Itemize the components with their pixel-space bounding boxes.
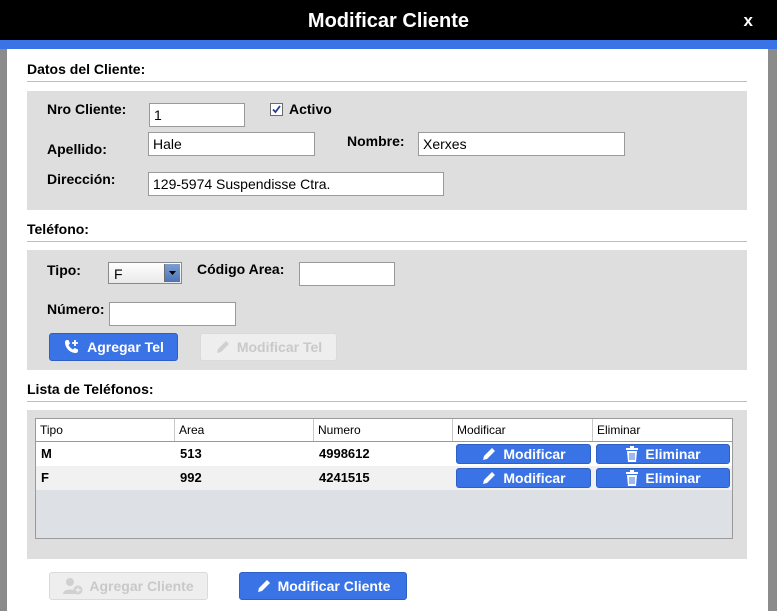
client-panel: Nro Cliente: Activo Apellido: Nombre: Di… bbox=[27, 91, 747, 210]
pencil-icon bbox=[216, 341, 229, 353]
apellido-field[interactable] bbox=[148, 132, 315, 156]
phone-plus-icon bbox=[65, 340, 79, 353]
direccion-field[interactable] bbox=[148, 172, 444, 196]
close-icon[interactable]: x bbox=[744, 11, 753, 31]
activo-label: Activo bbox=[289, 101, 332, 117]
activo-checkbox[interactable] bbox=[270, 103, 283, 116]
row-delete-label: Eliminar bbox=[645, 470, 701, 486]
row-modify-label: Modificar bbox=[503, 470, 566, 486]
modify-client-label: Modificar Cliente bbox=[277, 578, 391, 594]
add-client-button[interactable]: Agregar Cliente bbox=[49, 572, 208, 600]
checkmark-icon bbox=[272, 105, 281, 114]
divider bbox=[27, 81, 747, 82]
codigo-area-field[interactable] bbox=[299, 262, 395, 286]
cell-numero: 4998612 bbox=[319, 446, 370, 461]
row-delete-button[interactable]: Eliminar bbox=[596, 444, 730, 464]
row-modify-button[interactable]: Modificar bbox=[456, 444, 591, 464]
phone-section-heading: Teléfono: bbox=[27, 221, 89, 237]
cell-numero: 4241515 bbox=[319, 470, 370, 485]
trash-icon bbox=[626, 470, 639, 486]
modify-client-button[interactable]: Modificar Cliente bbox=[239, 572, 407, 600]
cell-tipo: M bbox=[41, 446, 52, 461]
apellido-label: Apellido: bbox=[47, 141, 107, 157]
divider bbox=[27, 241, 747, 242]
cell-tipo: F bbox=[41, 470, 49, 485]
table-header: Tipo Area Numero Modificar Eliminar bbox=[36, 419, 732, 442]
divider bbox=[27, 401, 747, 402]
pencil-icon bbox=[257, 580, 270, 592]
row-delete-button[interactable]: Eliminar bbox=[596, 468, 730, 488]
phone-list-heading: Lista de Teléfonos: bbox=[27, 381, 154, 397]
nombre-label: Nombre: bbox=[347, 133, 405, 149]
dialog-titlebar: Modificar Cliente x bbox=[0, 0, 777, 40]
trash-icon bbox=[626, 446, 639, 462]
tipo-select[interactable]: F bbox=[108, 262, 182, 284]
frame-border-right bbox=[768, 49, 777, 611]
cell-area: 992 bbox=[180, 470, 202, 485]
phone-panel: Tipo: F Código Area: Número: Agregar Tel… bbox=[27, 250, 747, 370]
client-section-heading: Datos del Cliente: bbox=[27, 61, 146, 77]
column-header-area[interactable]: Area bbox=[175, 419, 314, 441]
pencil-icon bbox=[483, 448, 496, 460]
table-row[interactable]: M 513 4998612 Modificar Eliminar bbox=[36, 442, 732, 466]
row-delete-label: Eliminar bbox=[645, 446, 701, 462]
title-accent-bar bbox=[0, 40, 777, 49]
nro-cliente-field[interactable] bbox=[149, 103, 245, 127]
dialog-title: Modificar Cliente bbox=[307, 10, 470, 32]
column-header-modificar[interactable]: Modificar bbox=[453, 419, 593, 441]
nro-cliente-label: Nro Cliente: bbox=[47, 101, 127, 117]
column-header-numero[interactable]: Numero bbox=[314, 419, 453, 441]
frame-border-left bbox=[0, 49, 7, 611]
tipo-selected-value: F bbox=[114, 266, 123, 282]
table-row[interactable]: F 992 4241515 Modificar Eliminar bbox=[36, 466, 732, 490]
add-phone-label: Agregar Tel bbox=[87, 339, 164, 355]
pencil-icon bbox=[483, 472, 496, 484]
add-client-label: Agregar Cliente bbox=[89, 578, 194, 594]
column-header-tipo[interactable]: Tipo bbox=[36, 419, 175, 441]
phones-table: Tipo Area Numero Modificar Eliminar M 51… bbox=[35, 418, 733, 539]
modify-phone-label: Modificar Tel bbox=[236, 339, 323, 355]
tipo-label: Tipo: bbox=[47, 262, 81, 278]
row-modify-button[interactable]: Modificar bbox=[456, 468, 591, 488]
cell-area: 513 bbox=[180, 446, 202, 461]
direccion-label: Dirección: bbox=[47, 171, 116, 187]
column-header-eliminar[interactable]: Eliminar bbox=[593, 419, 732, 441]
nombre-field[interactable] bbox=[418, 132, 625, 156]
codigo-area-label: Código Area: bbox=[197, 261, 285, 277]
add-phone-button[interactable]: Agregar Tel bbox=[49, 333, 178, 361]
numero-label: Número: bbox=[47, 301, 105, 317]
row-modify-label: Modificar bbox=[503, 446, 566, 462]
user-plus-icon bbox=[63, 578, 83, 595]
chevron-down-icon bbox=[164, 264, 180, 282]
modify-phone-button[interactable]: Modificar Tel bbox=[200, 333, 337, 361]
numero-field[interactable] bbox=[109, 302, 236, 326]
